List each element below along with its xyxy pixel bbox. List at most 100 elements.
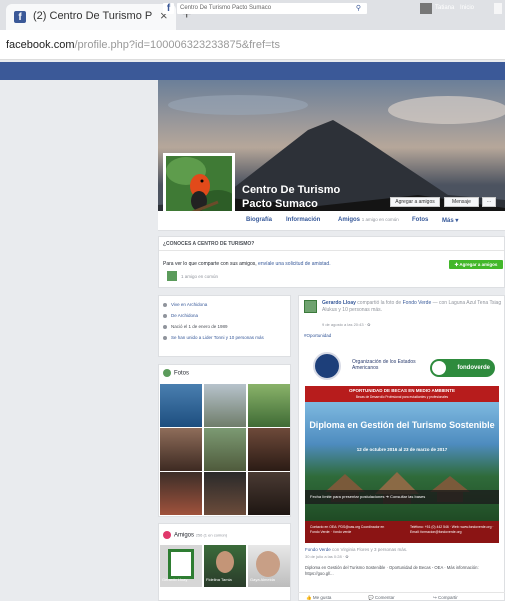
photos-title: Fotos — [174, 370, 190, 377]
search-icon[interactable]: ⚲ — [356, 3, 361, 14]
facebook-search-input[interactable]: Centro De Turismo Pacto Sumaco ⚲ — [177, 3, 367, 14]
friend-name[interactable]: Fidelina Tamia — [206, 577, 232, 582]
comment-button[interactable]: 💬 Comentar — [368, 595, 395, 601]
share-label: Compartir — [438, 595, 458, 600]
share-author-link[interactable]: Fondo Verde — [305, 547, 331, 552]
friend-suggestion-box: ¿CONOCES A CENTRO DE TURISMO? Para ver l… — [158, 236, 505, 288]
share-button[interactable]: ↪ Compartir — [433, 595, 458, 601]
facebook-logo-icon[interactable]: f — [163, 3, 174, 14]
diploma-dates: 12 de octubre 2016 al 23 de marzo de 201… — [356, 447, 448, 452]
ask-text: Para ver lo que comparte con sus amigos,… — [163, 261, 331, 267]
tab-amigos[interactable]: Amigos 1 amigo en común — [338, 217, 399, 223]
friend-name[interactable]: Gaya Almeida — [250, 577, 275, 582]
mutual-friend-count[interactable]: 1 amigo en común — [181, 274, 218, 279]
post-verb: compartió la foto de — [357, 300, 402, 306]
facebook-favicon-icon: f — [14, 11, 26, 23]
like-label: Me gusta — [312, 595, 332, 600]
divider — [159, 250, 504, 251]
friends-title: Amigos — [174, 532, 195, 539]
intro-text: Vive en Archidona — [171, 302, 208, 307]
like-button[interactable]: 👍 Me gusta — [306, 595, 331, 601]
intro-text: Nació el 1 de enero de 1989 — [171, 324, 228, 329]
diploma-title: Diploma en Gestión del Turismo Sostenibl… — [309, 420, 495, 430]
opp-sub: Becas de Desarrollo Profesional para est… — [355, 395, 449, 399]
tab-label: Información — [286, 217, 321, 223]
post-timestamp[interactable]: 9 de agosto a las 20:43 · ✿ — [322, 322, 371, 327]
user-avatar[interactable] — [420, 3, 432, 14]
friend-face — [256, 551, 280, 577]
cake-icon — [163, 324, 167, 329]
friend-name[interactable]: Gerardo Lloay — [162, 577, 187, 582]
share-body: Diploma en Gestión del Turismo Sostenibl… — [305, 565, 479, 576]
browser-tab[interactable]: f (2) Centro De Turismo P × — [6, 4, 176, 30]
ask-text-body: Para ver lo que comparte con sus amigos, — [163, 261, 259, 267]
share-with: con Virginia Flores y 3 personas más. — [332, 547, 408, 552]
photos-icon — [163, 369, 171, 377]
post-hashtag[interactable]: #Oportunidad — [304, 333, 331, 338]
photo-thumb[interactable] — [160, 428, 202, 471]
mutual-friend-avatar[interactable] — [167, 271, 177, 281]
message-button[interactable]: Mensaje — [444, 197, 479, 207]
fondo-verde-logo: fondoverde — [430, 359, 495, 377]
contact-right: Teléfono: +51 (0) 442 546 · Web: www.fon… — [410, 525, 494, 534]
tab-sub: 1 amigo en común — [361, 217, 399, 222]
add-friend-label: Agregar a amigos — [459, 262, 498, 267]
friends-header[interactable]: Amigos 256 (1 en común) — [163, 531, 227, 539]
tab-informacion[interactable]: Información — [286, 217, 320, 223]
tab-biografia[interactable]: Biografía — [246, 217, 272, 223]
opp-title: OPORTUNIDAD DE BECAS EN MEDIO AMBIENTE — [348, 388, 456, 393]
photo-thumb[interactable] — [160, 384, 202, 427]
search-value: Centro De Turismo Pacto Sumaco — [180, 5, 272, 11]
tab-label: Fotos — [412, 217, 429, 223]
globe-icon — [432, 361, 446, 375]
url-text[interactable]: facebook.com/profile.php?id=100006323233… — [6, 39, 280, 51]
share-timestamp[interactable]: 30 de julio a las 0:28 · ✿ — [305, 554, 349, 559]
profile-name[interactable]: Centro De Turismo Pacto Sumaco — [242, 183, 352, 211]
user-name-link[interactable]: Tatiana — [435, 5, 454, 11]
photo-thumb[interactable] — [248, 384, 290, 427]
comment-label: Comentar — [374, 595, 395, 600]
photo-thumb[interactable] — [204, 384, 246, 427]
contact-left: Contacto en OEA: PDS@oas.org Coordinador… — [310, 525, 385, 534]
more-options-button[interactable]: ··· — [482, 197, 496, 207]
post-author-avatar[interactable] — [304, 300, 317, 313]
friend-requests-icon[interactable] — [494, 3, 502, 14]
post-actions: 👍 Me gusta 💬 Comentar ↪ Compartir — [298, 592, 505, 601]
fondo-label: fondoverde — [457, 365, 490, 371]
photo-thumb[interactable] — [204, 428, 246, 471]
friends-icon — [163, 531, 171, 539]
friend-face — [216, 551, 234, 573]
friend-logo — [168, 549, 194, 579]
url-host: facebook.com — [6, 39, 75, 51]
intro-lives[interactable]: Vive en Archidona — [163, 302, 207, 308]
post-page-link[interactable]: Fondo Verde — [403, 300, 432, 306]
add-friend-cover-button[interactable]: Agregar a amigos — [390, 197, 440, 207]
tab-mas[interactable]: Más ▾ — [442, 217, 458, 224]
home-link[interactable]: Inicio — [460, 5, 474, 11]
tab-label: Más ▾ — [442, 218, 459, 224]
tab-label: Biografía — [246, 217, 273, 223]
add-friend-button[interactable]: ✚ Agregar a amigos — [449, 260, 503, 269]
friends-count: 256 (1 en común) — [195, 532, 228, 538]
oea-logo-icon — [313, 352, 341, 380]
post-author-link[interactable]: Gerardo Lloay — [322, 300, 356, 306]
ask-title: ¿CONOCES A CENTRO DE TURISMO? — [163, 241, 255, 247]
oea-name: Organización de los Estados Americanos — [352, 359, 416, 371]
photo-thumb[interactable] — [248, 472, 290, 515]
tab-fotos[interactable]: Fotos — [412, 217, 428, 223]
photos-header[interactable]: Fotos — [163, 369, 189, 377]
intro-from[interactable]: De Archidona — [163, 313, 198, 319]
address-bar[interactable]: facebook.com/profile.php?id=100006323233… — [0, 30, 505, 60]
facebook-topbar — [0, 62, 505, 80]
photo-thumb[interactable] — [160, 472, 202, 515]
intro-birthday: Nació el 1 de enero de 1989 — [163, 324, 228, 330]
photo-thumb[interactable] — [248, 428, 290, 471]
tab-title: (2) Centro De Turismo P — [33, 10, 153, 22]
home-icon — [163, 302, 167, 307]
send-request-link[interactable]: envíale una solicitud de amistad. — [258, 261, 331, 267]
intro-joined[interactable]: Se han unido a Lider Tonni y 10 personas… — [163, 335, 283, 341]
photo-thumb[interactable] — [204, 472, 246, 515]
intro-text: De Archidona — [171, 313, 199, 318]
url-path: /profile.php?id=100006323233875&fref=ts — [74, 39, 280, 51]
people-icon — [163, 335, 167, 340]
